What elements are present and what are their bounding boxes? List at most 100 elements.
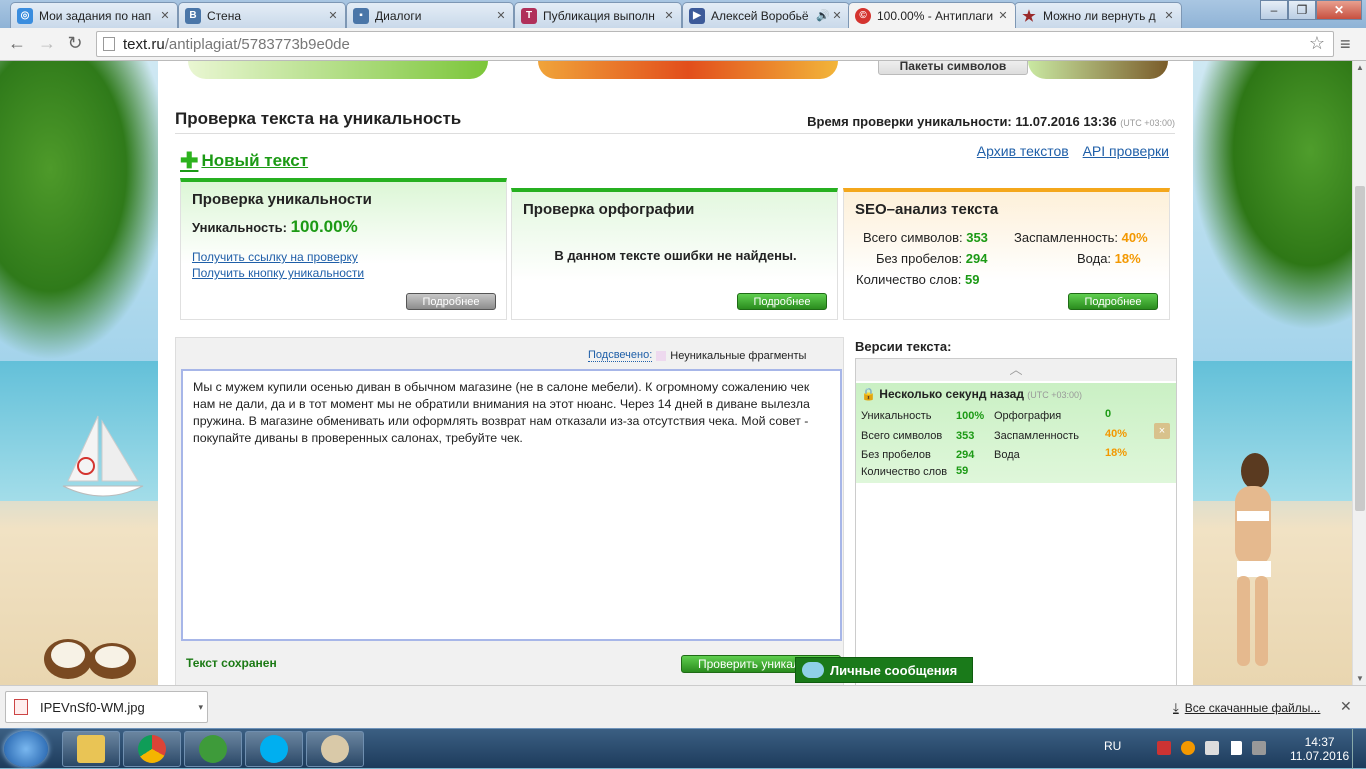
signal-icon[interactable] [1228,741,1242,755]
get-link-link[interactable]: Получить ссылку на проверку [192,250,358,264]
close-window-button[interactable]: ✕ [1316,0,1362,20]
close-tab-icon[interactable]: ✕ [997,9,1009,22]
tab-7[interactable]: ★ Можно ли вернуть д ✕ [1014,2,1182,28]
utorrent-taskbar-button[interactable] [184,731,242,767]
seo-spam: Заспамленность: 40% [1014,230,1148,245]
tab-1[interactable]: ◎ Мои задания по нап ✕ [10,2,178,28]
orange-image [538,61,838,79]
scroll-down-icon[interactable]: ▼ [1356,674,1364,683]
version-spam-value: 40% [1105,428,1128,440]
download-item[interactable]: IPEVnSf0-WM.jpg ▾ [5,691,208,723]
reload-icon[interactable]: ↻ [64,33,86,54]
clock[interactable]: 14:37 11.07.2016 [1290,735,1349,763]
chevron-down-icon[interactable]: ▾ [198,702,203,713]
language-indicator[interactable]: RU [1104,739,1121,753]
version-nosp-label: Без пробелов [861,449,931,461]
folder-icon [77,735,105,763]
tab-label: Алексей Воробьё [711,8,809,23]
top-links: Архив текстов API проверки [967,143,1169,159]
close-tab-icon[interactable]: ✕ [831,9,843,22]
archive-link[interactable]: Архив текстов [977,143,1069,159]
publication-favicon-icon: T [521,7,537,24]
seo-no-spaces-label: Без пробелов: [876,251,963,266]
seo-no-spaces: Без пробелов: 294 [876,251,987,266]
page-content: Пакеты символов Проверка текста на уника… [158,61,1193,685]
chrome-taskbar-button[interactable] [123,731,181,767]
close-tab-icon[interactable]: ✕ [1163,9,1175,22]
tab-2[interactable]: B Стена ✕ [178,2,346,28]
version-item[interactable]: 🔒 Несколько секунд назад (UTC +03:00) Ун… [856,383,1176,483]
delete-version-button[interactable]: × [1154,423,1170,439]
uniqueness-label: Уникальность: [192,220,287,235]
close-tab-icon[interactable]: ✕ [495,9,507,22]
highlight-link[interactable]: Подсвечено: [588,349,653,362]
api-link[interactable]: API проверки [1083,143,1169,159]
seo-card[interactable]: SEO–анализ текста Всего символов: 353 Бе… [843,188,1170,320]
scroll-thumb[interactable] [1355,186,1365,511]
tab-label: Мои задания по нап [39,8,152,23]
page-icon [103,37,115,51]
get-button-link[interactable]: Получить кнопку уникальности [192,266,364,280]
show-desktop-button[interactable] [1352,729,1366,769]
version-nosp-value: 294 [956,449,975,461]
all-downloads-label: Все скачанные файлы... [1184,701,1321,715]
versions-scroll-up-icon[interactable]: ︿ [856,359,1176,381]
uniqueness-more-button[interactable]: Подробнее [406,293,496,310]
page-scrollbar[interactable]: ▲ ▼ [1352,61,1366,685]
skype-taskbar-button[interactable] [245,731,303,767]
forward-icon[interactable]: → [36,33,58,54]
plus-icon: ✚ [180,148,199,173]
personal-messages-label: Личные сообщения [830,662,958,678]
close-download-bar-icon[interactable]: ✕ [1340,698,1352,715]
version-time: Несколько секунд назад [879,387,1024,401]
scroll-up-icon[interactable]: ▲ [1356,63,1364,72]
close-tab-icon[interactable]: ✕ [663,9,675,22]
tab-label: 100.00% - Антиплаги [877,8,994,23]
download-icon: ⤓ [1173,700,1179,715]
app-tray-icon[interactable] [1181,741,1195,755]
chrome-icon [138,735,166,763]
skype-icon [260,735,288,763]
maximize-button[interactable]: ❐ [1288,0,1316,20]
network-error-icon[interactable] [1157,741,1171,755]
minimize-button[interactable]: – [1260,0,1288,20]
close-tab-icon[interactable]: ✕ [159,9,171,22]
uniqueness-card[interactable]: Проверка уникальности Уникальность: 100.… [180,178,507,320]
spelling-card-title: Проверка орфографии [523,201,695,218]
tab-3[interactable]: ▪ Диалоги ✕ [346,2,514,28]
bookmark-star-icon[interactable]: ☆ [1309,33,1325,54]
tab-4[interactable]: T Публикация выполн ✕ [514,2,682,28]
explorer-taskbar-button[interactable] [62,731,120,767]
versions-title: Версии текста: [855,339,952,354]
seo-words: Количество слов: 59 [856,272,980,287]
version-timezone: (UTC +03:00) [1027,390,1083,400]
spelling-more-button[interactable]: Подробнее [737,293,827,310]
kiwi-image [1028,61,1168,79]
menu-icon[interactable]: ≡ [1340,34,1351,55]
back-icon[interactable]: ← [6,33,28,54]
seo-card-title: SEO–анализ текста [855,201,999,218]
paint-taskbar-button[interactable] [306,731,364,767]
tab-5[interactable]: ▶ Алексей Воробьё 🔊 ✕ [682,2,850,28]
start-button[interactable] [4,731,48,767]
seo-water: Вода: 18% [1077,251,1141,266]
personal-messages-button[interactable]: Личные сообщения [795,657,973,683]
tab-label: Публикация выполн [543,8,655,23]
address-bar[interactable]: text.ru/antiplagiat/5783773b9e0de ☆ [96,31,1334,57]
close-tab-icon[interactable]: ✕ [327,9,339,22]
seo-spam-value: 40% [1121,230,1148,245]
device-icon[interactable] [1205,741,1219,755]
spelling-card[interactable]: Проверка орфографии В данном тексте ошиб… [511,188,838,320]
lime-image [188,61,488,79]
all-downloads-link[interactable]: ⤓ Все скачанные файлы... [1173,700,1320,716]
seo-total-chars: Всего символов: 353 [863,230,988,245]
text-editor[interactable]: Мы с мужем купили осенью диван в обычном… [181,369,842,641]
palm-left [0,61,170,361]
tab-6-active[interactable]: © 100.00% - Антиплаги ✕ [848,2,1016,28]
new-text-link[interactable]: ✚ Новый текст [180,148,308,174]
tab-label: Стена [207,8,242,23]
seo-total-chars-value: 353 [966,230,988,245]
packages-button[interactable]: Пакеты символов [878,61,1028,75]
seo-more-button[interactable]: Подробнее [1068,293,1158,310]
volume-icon[interactable] [1252,741,1266,755]
